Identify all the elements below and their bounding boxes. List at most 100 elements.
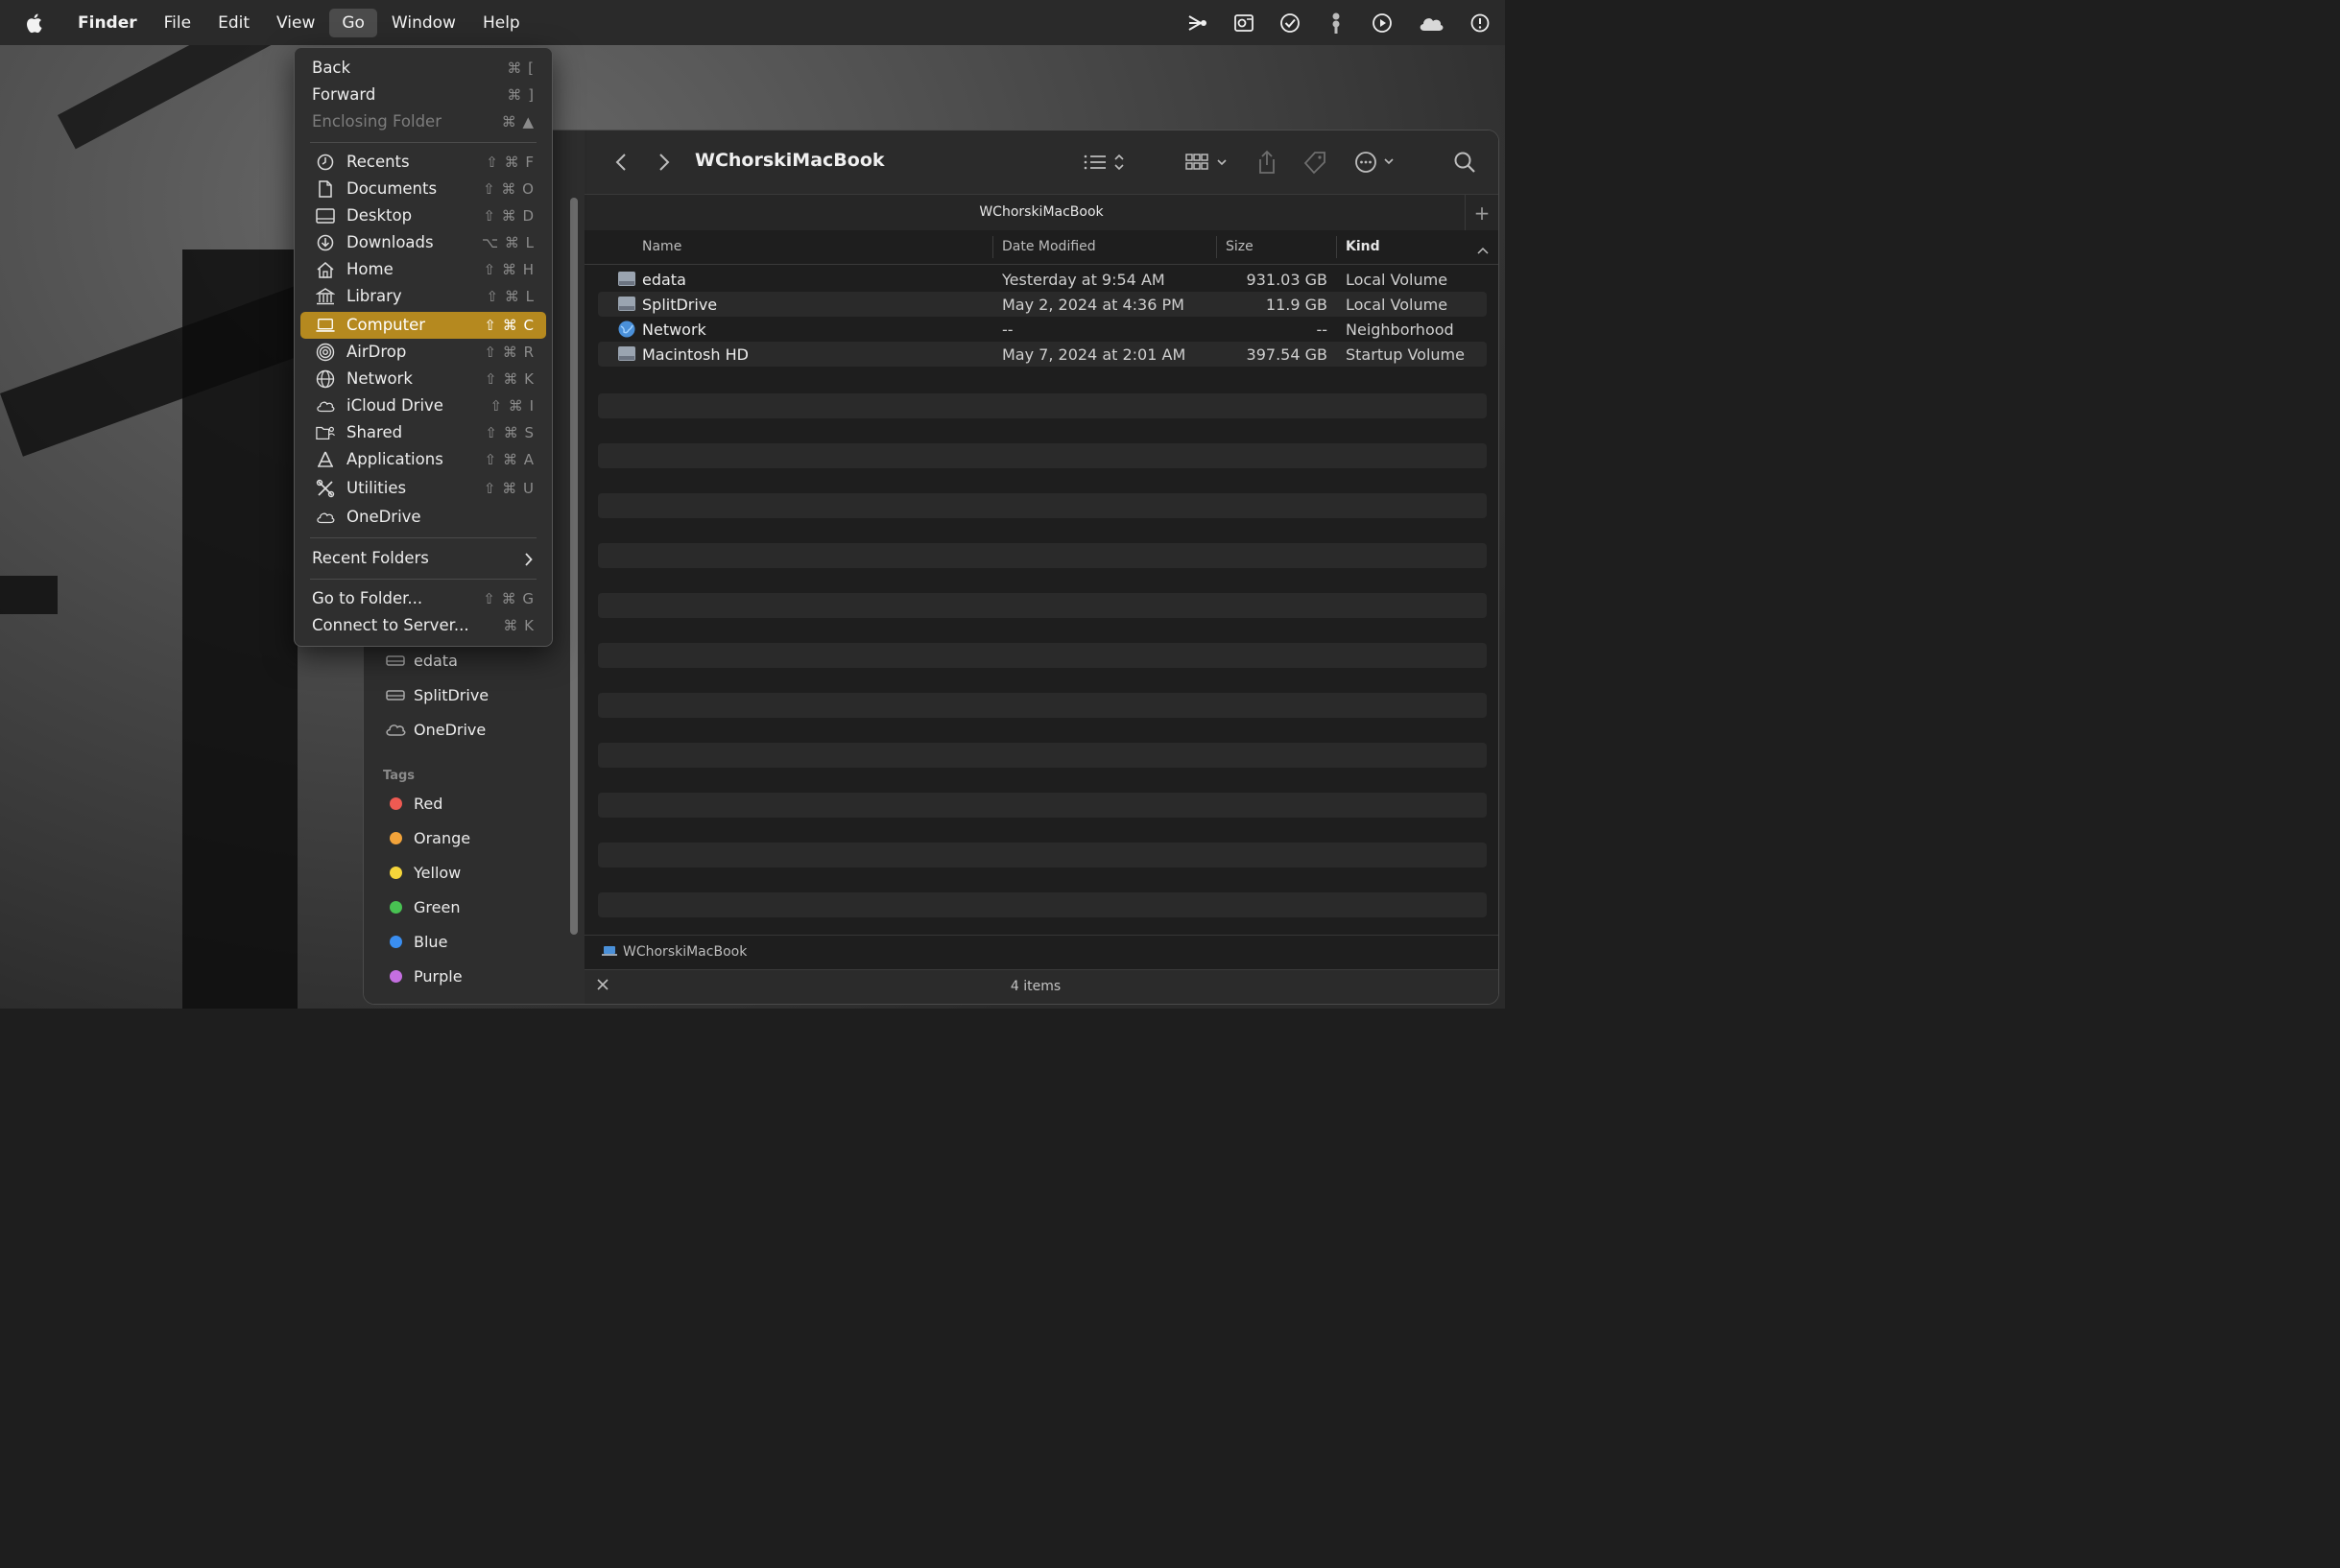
table-row[interactable]: SplitDrive May 2, 2024 at 4:36 PM 11.9 G… — [598, 292, 1487, 317]
empty-row-stripe — [598, 543, 1487, 568]
group-view-button[interactable] — [1185, 150, 1231, 175]
menu-window[interactable]: Window — [379, 9, 468, 37]
menu-item-recent-folders[interactable]: Recent Folders — [300, 545, 546, 572]
table-row[interactable]: edata Yesterday at 9:54 AM 931.03 GB Loc… — [598, 267, 1487, 292]
row-size: 931.03 GB — [1246, 271, 1327, 289]
menu-view[interactable]: View — [264, 9, 327, 37]
drive-icon — [617, 270, 636, 289]
table-row[interactable]: Macintosh HD May 7, 2024 at 2:01 AM 397.… — [598, 342, 1487, 367]
path-bar: WChorskiMacBook — [585, 935, 1498, 970]
laptop-icon — [602, 945, 617, 961]
menu-item-icloud-drive[interactable]: iCloud Drive ⇧ ⌘ I — [300, 392, 546, 419]
menu-separator — [310, 537, 537, 538]
menu-edit[interactable]: Edit — [205, 9, 262, 37]
share-icon[interactable] — [1254, 150, 1279, 175]
empty-row-stripe — [598, 443, 1487, 468]
menu-shortcut: ⇧ ⌘ O — [483, 180, 535, 198]
more-actions-button[interactable] — [1352, 150, 1398, 175]
row-size: 11.9 GB — [1265, 296, 1327, 314]
status-bar: 4 items — [585, 969, 1498, 1004]
row-size: 397.54 GB — [1246, 345, 1327, 364]
sidebar-item-label: Green — [414, 897, 461, 916]
menu-item-label: Desktop — [346, 206, 413, 225]
menu-finder[interactable]: Finder — [65, 9, 150, 37]
tuning-fork-icon[interactable] — [1325, 12, 1348, 35]
menu-item-forward[interactable]: Forward ⌘ ] — [300, 82, 546, 108]
apple-menu-icon[interactable] — [21, 12, 46, 34]
menu-item-go-to-folder[interactable]: Go to Folder... ⇧ ⌘ G — [300, 585, 546, 612]
empty-row-stripe — [598, 493, 1487, 518]
alert-clock-icon[interactable] — [1468, 12, 1492, 35]
list-view-button[interactable] — [1082, 150, 1130, 175]
sidebar-tag-yellow[interactable]: Yellow — [385, 858, 461, 887]
tab-bar: WChorskiMacBook + — [585, 194, 1498, 232]
menu-file[interactable]: File — [152, 9, 203, 37]
cloud-icon[interactable] — [1417, 12, 1445, 35]
menu-go[interactable]: Go — [329, 8, 377, 37]
menu-item-airdrop[interactable]: AirDrop ⇧ ⌘ R — [300, 339, 546, 366]
sidebar-scrollbar[interactable] — [570, 198, 578, 935]
sidebar-tag-blue[interactable]: Blue — [385, 927, 447, 956]
empty-row-stripe — [598, 892, 1487, 917]
menu-shortcut: ⌘ K — [503, 617, 535, 634]
column-header: Name Date Modified Size Kind — [585, 230, 1498, 265]
menu-item-utilities[interactable]: Utilities ⇧ ⌘ U — [300, 475, 546, 502]
forward-button[interactable] — [655, 150, 674, 175]
menu-shortcut: ⇧ ⌘ C — [484, 317, 535, 334]
tab-title[interactable]: WChorskiMacBook — [585, 204, 1498, 220]
menu-shortcut: ⌘ ] — [507, 86, 535, 104]
sidebar-section-tags: Tags — [383, 769, 416, 783]
checkmark-circle-icon[interactable] — [1278, 12, 1301, 35]
menu-item-connect-to-server[interactable]: Connect to Server... ⌘ K — [300, 612, 546, 639]
menu-item-label: iCloud Drive — [346, 396, 443, 415]
menu-shortcut: ⇧ ⌘ S — [485, 424, 535, 441]
sidebar-item-edata[interactable]: edata — [385, 646, 458, 675]
tag-dot-icon — [385, 796, 406, 810]
row-kind: Neighborhood — [1346, 321, 1454, 339]
column-size[interactable]: Size — [1226, 239, 1254, 254]
empty-row-stripe — [598, 643, 1487, 668]
share-arrow-icon[interactable] — [1186, 12, 1209, 35]
menu-item-home[interactable]: Home ⇧ ⌘ H — [300, 256, 546, 283]
back-button[interactable] — [611, 150, 631, 175]
menu-item-computer[interactable]: Computer ⇧ ⌘ C — [300, 312, 546, 339]
menu-item-network[interactable]: Network ⇧ ⌘ K — [300, 366, 546, 392]
column-divider[interactable] — [992, 236, 993, 258]
menu-help[interactable]: Help — [470, 9, 533, 37]
menu-item-library[interactable]: Library ⇧ ⌘ L — [300, 283, 546, 310]
menu-item-shared[interactable]: Shared ⇧ ⌘ S — [300, 419, 546, 446]
path-item[interactable]: WChorskiMacBook — [623, 944, 747, 960]
menu-item-documents[interactable]: Documents ⇧ ⌘ O — [300, 176, 546, 202]
sidebar-item-label: Yellow — [414, 863, 462, 882]
column-divider[interactable] — [1336, 236, 1337, 258]
menu-item-back[interactable]: Back ⌘ [ — [300, 55, 546, 82]
tag-icon[interactable] — [1301, 150, 1329, 175]
new-tab-button[interactable]: + — [1465, 195, 1498, 231]
tag-dot-icon — [385, 831, 406, 844]
menu-item-onedrive[interactable]: OneDrive — [300, 504, 546, 531]
menu-item-downloads[interactable]: Downloads ⌥ ⌘ L — [300, 229, 546, 256]
sidebar-tag-red[interactable]: Red — [385, 789, 442, 818]
sidebar-item-splitdrive[interactable]: SplitDrive — [385, 680, 489, 709]
applications-icon — [316, 450, 335, 469]
search-icon[interactable] — [1452, 150, 1477, 175]
sidebar-tag-purple[interactable]: Purple — [385, 962, 463, 990]
column-divider[interactable] — [1216, 236, 1217, 258]
sidebar-item-label: edata — [414, 651, 458, 670]
menu-item-recents[interactable]: Recents ⇧ ⌘ F — [300, 149, 546, 176]
sidebar-tag-green[interactable]: Green — [385, 892, 460, 921]
empty-row-stripe — [598, 693, 1487, 718]
sort-chevron-up-icon — [1477, 241, 1489, 259]
column-date-modified[interactable]: Date Modified — [1002, 239, 1096, 254]
sidebar-item-onedrive[interactable]: OneDrive — [385, 715, 486, 744]
item-count: 4 items — [1010, 979, 1062, 994]
column-kind[interactable]: Kind — [1346, 239, 1380, 254]
play-circle-icon[interactable] — [1371, 12, 1394, 35]
table-row[interactable]: Network -- -- Neighborhood — [598, 317, 1487, 342]
menu-item-desktop[interactable]: Desktop ⇧ ⌘ D — [300, 202, 546, 229]
menu-item-applications[interactable]: Applications ⇧ ⌘ A — [300, 446, 546, 473]
sidebar-tag-orange[interactable]: Orange — [385, 823, 470, 852]
chevron-right-icon — [524, 552, 533, 570]
column-name[interactable]: Name — [642, 239, 681, 254]
outlook-icon[interactable] — [1232, 12, 1255, 35]
